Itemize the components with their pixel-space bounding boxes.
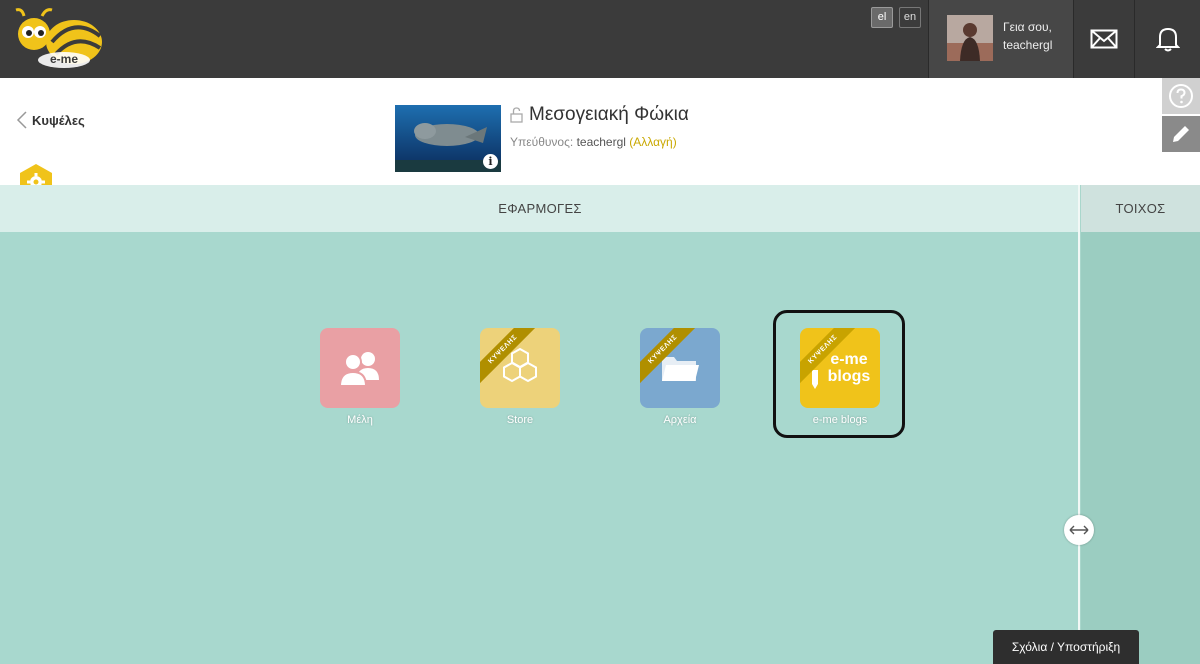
logo-text: e-me [50, 52, 79, 66]
members-icon [338, 352, 379, 387]
tab-apps[interactable]: ΕΦΑΡΜΟΓΕΣ [0, 185, 1080, 232]
user-greeting: Γεια σου, teachergl [1003, 20, 1053, 52]
app-tile [320, 328, 400, 408]
resize-handle[interactable] [1064, 515, 1094, 545]
help-icon [1169, 84, 1193, 108]
group-image[interactable]: i [395, 105, 501, 172]
chevron-left-icon [16, 111, 27, 129]
lang-en-button[interactable]: en [899, 7, 921, 28]
group-owner: Υπεύθυνος: teachergl (Αλλαγή) [510, 135, 677, 149]
messages-button[interactable] [1073, 0, 1134, 78]
bell-icon [1156, 27, 1180, 52]
wall-pane [1081, 232, 1200, 664]
unlocked-padlock-icon [510, 107, 523, 123]
tabs: ΕΦΑΡΜΟΓΕΣ ΤΟΙΧΟΣ [0, 185, 1200, 232]
user-menu[interactable]: Γεια σου, teachergl [928, 0, 1073, 78]
envelope-icon [1090, 29, 1118, 49]
app-members[interactable]: Μέλη [320, 328, 400, 426]
app-label: Μέλη [347, 414, 373, 426]
back-label: Κυψέλες [32, 112, 85, 128]
group-title: Μεσογειακή Φώκια [510, 104, 689, 126]
owner-name: teachergl [576, 135, 626, 149]
group-header: Κυψέλες i Μεσογειακή Φώκια Υπεύθυνος: te… [0, 78, 1200, 200]
avatar [947, 15, 993, 61]
app-label: Store [506, 414, 534, 426]
lang-el-button[interactable]: el [871, 7, 893, 28]
notifications-button[interactable] [1134, 0, 1200, 78]
edit-button[interactable] [1162, 116, 1200, 152]
horizontal-arrows-icon [1069, 525, 1089, 535]
image-info-icon[interactable]: i [483, 154, 498, 169]
top-bar: e-me el en Γεια σου, teachergl [0, 0, 1200, 78]
tab-wall[interactable]: ΤΟΙΧΟΣ [1081, 185, 1200, 232]
help-button[interactable] [1162, 78, 1200, 114]
app-tile: ΚΥΨΕΛΗΣ [640, 328, 720, 408]
pencil-icon [1173, 126, 1189, 142]
highlight-box [773, 310, 905, 438]
back-to-hives-link[interactable]: Κυψέλες [16, 110, 85, 130]
apps-area [0, 232, 1080, 664]
pane-divider [1078, 185, 1080, 664]
change-owner-link[interactable]: (Αλλαγή) [629, 135, 676, 149]
feedback-support-button[interactable]: Σχόλια / Υποστήριξη [993, 630, 1139, 664]
app-label: Αρχεία [663, 414, 697, 426]
app-tile: ΚΥΨΕΛΗΣ [480, 328, 560, 408]
app-files[interactable]: ΚΥΨΕΛΗΣ Αρχεία [640, 328, 720, 426]
app-store[interactable]: ΚΥΨΕΛΗΣ Store [480, 328, 560, 426]
